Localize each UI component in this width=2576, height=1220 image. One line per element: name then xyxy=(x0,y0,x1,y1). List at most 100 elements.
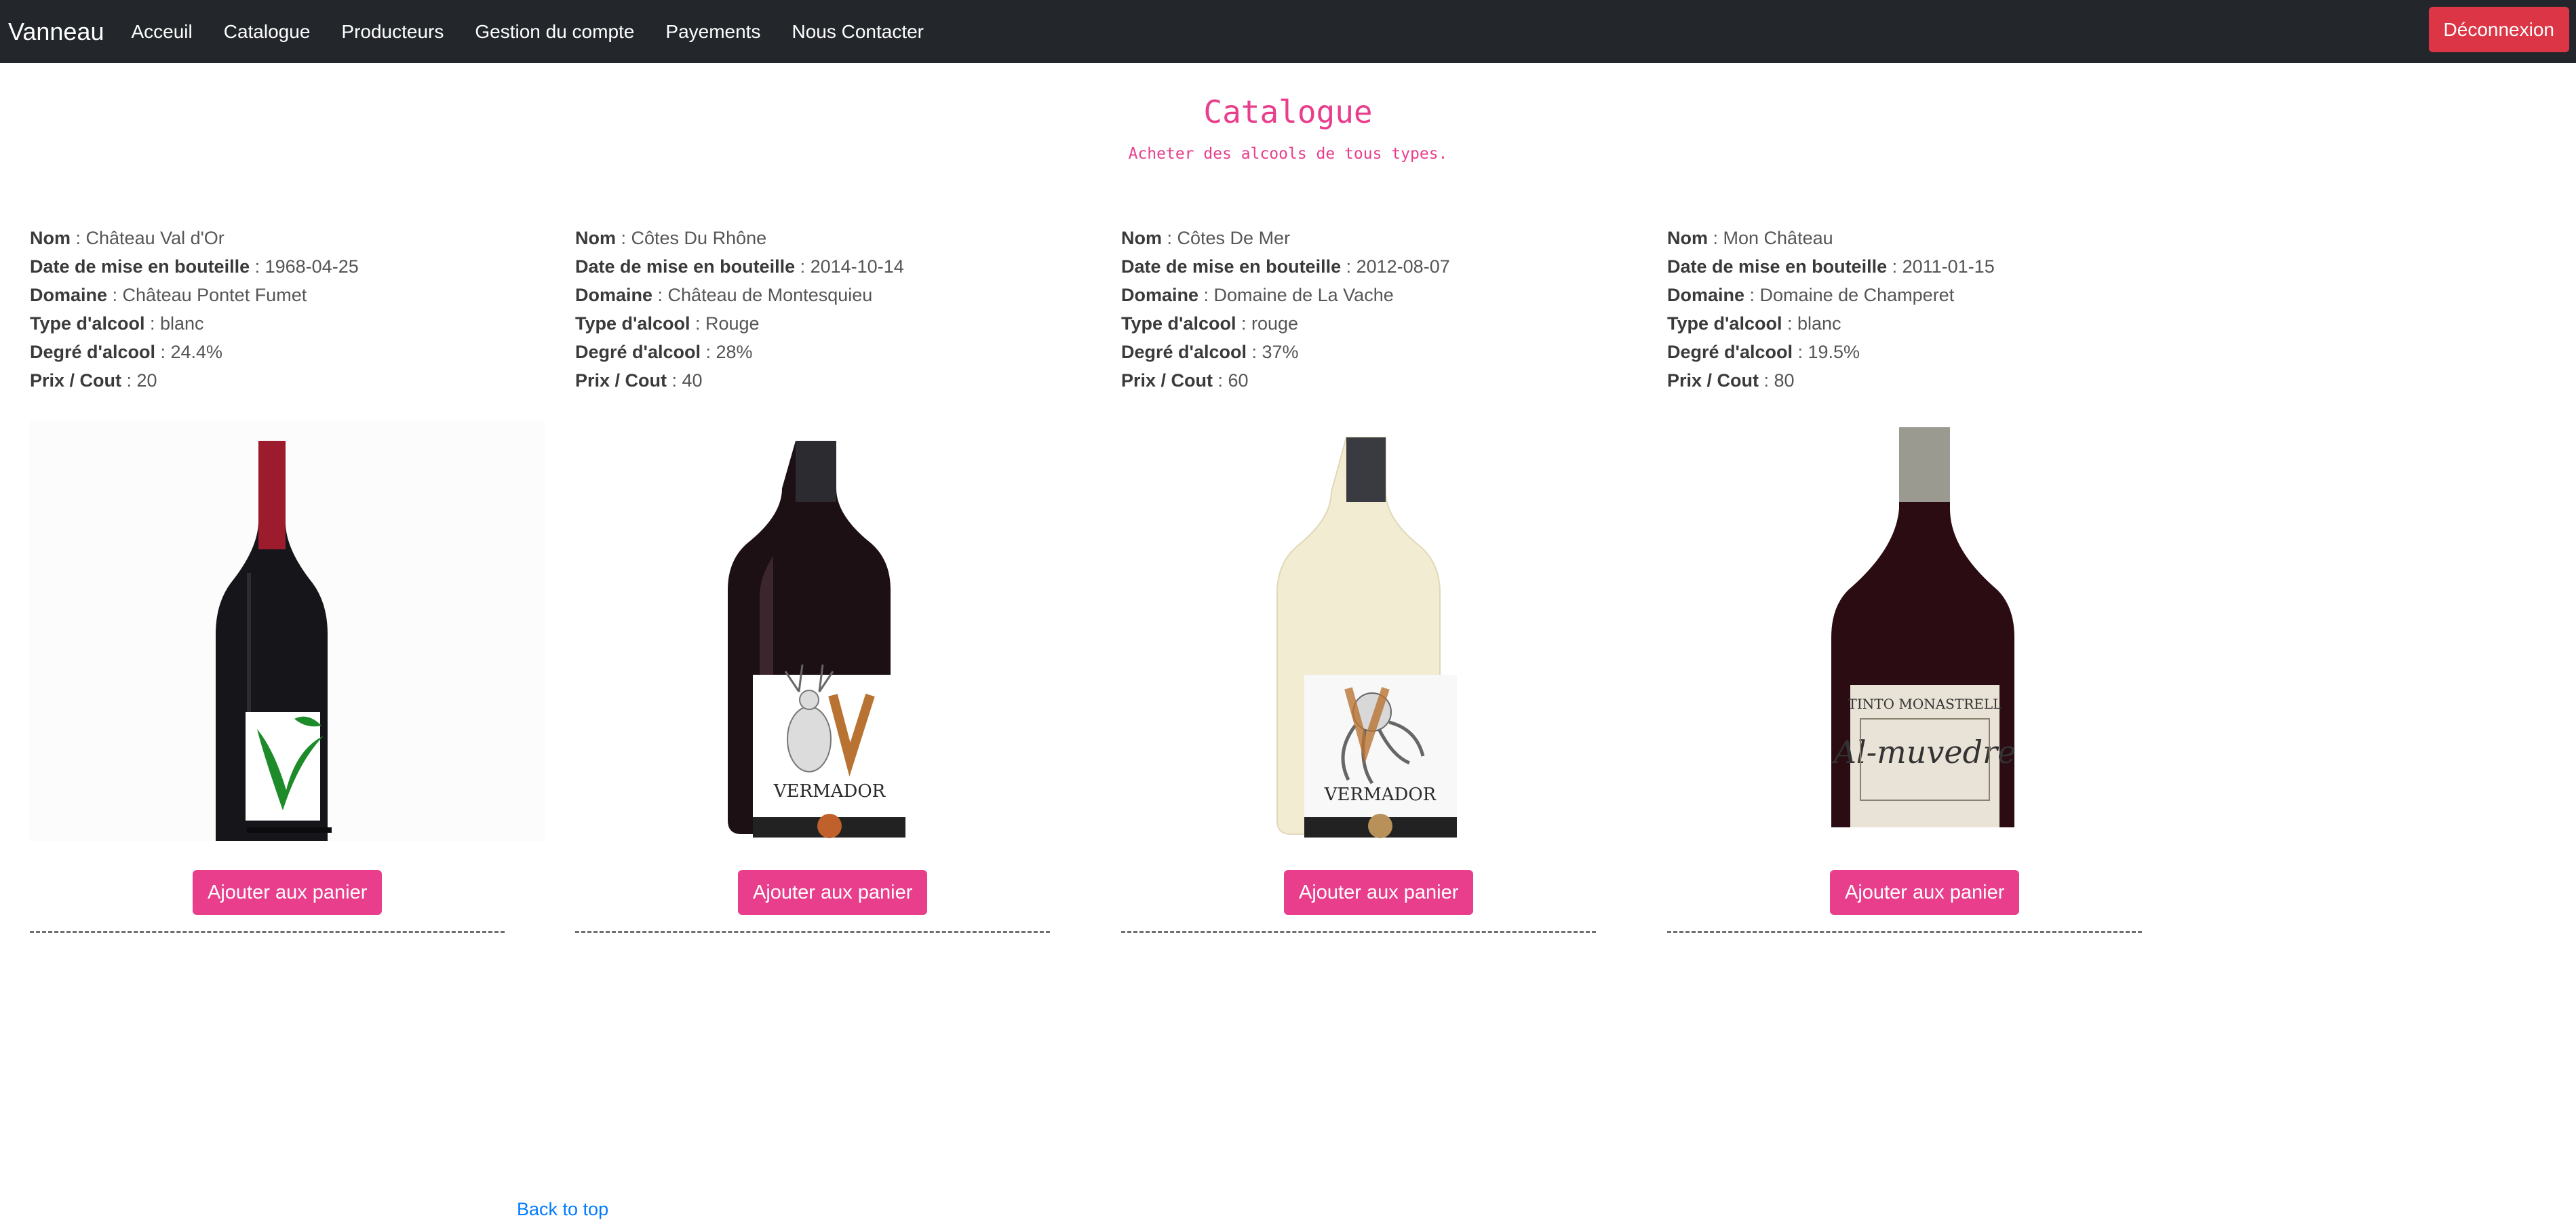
nav-producteurs[interactable]: Producteurs xyxy=(341,21,444,43)
separator: : xyxy=(1887,256,1902,277)
separator: : xyxy=(1708,228,1723,248)
product-image: VERMADOR xyxy=(1121,420,1637,838)
label-type: Type d'alcool xyxy=(1121,313,1236,334)
product-name: Mon Château xyxy=(1723,228,1833,248)
separator: : xyxy=(1162,228,1177,248)
product-card: Nom : Côtes Du Rhône Date de mise en bou… xyxy=(575,224,1067,933)
separator: : xyxy=(121,370,137,391)
product-prix: 80 xyxy=(1774,370,1795,391)
add-to-cart-button[interactable]: Ajouter aux panier xyxy=(193,870,383,915)
product-image xyxy=(30,420,545,841)
product-prix: 20 xyxy=(136,370,157,391)
separator: : xyxy=(71,228,86,248)
separator: : xyxy=(1744,285,1760,305)
page-subtitle: Acheter des alcools de tous types. xyxy=(1128,145,1448,163)
product-date: 2011-01-15 xyxy=(1902,256,1995,277)
wine-bottle-image: VERMADOR xyxy=(728,441,905,838)
label-degre: Degré d'alcool xyxy=(30,342,155,362)
label-prix: Prix / Cout xyxy=(1667,370,1759,391)
separator: : xyxy=(616,228,631,248)
nav-contact[interactable]: Nous Contacter xyxy=(792,21,924,43)
product-prix: 40 xyxy=(682,370,703,391)
product-domaine: Domaine de Champeret xyxy=(1759,285,1955,305)
separator: : xyxy=(795,256,811,277)
product-card: Nom : Château Val d'Or Date de mise en b… xyxy=(30,224,545,933)
product-degre: 19.5% xyxy=(1808,342,1860,362)
navbar: Vanneau Acceuil Catalogue Producteurs Ge… xyxy=(0,0,2576,63)
separator: : xyxy=(1759,370,1774,391)
label-domaine: Domaine xyxy=(575,285,653,305)
label-domaine: Domaine xyxy=(30,285,108,305)
separator: : xyxy=(1782,313,1797,334)
wine-bottle-image: VERMADOR xyxy=(1276,437,1457,838)
label-nom: Nom xyxy=(575,228,616,248)
label-brand-text: VERMADOR xyxy=(773,781,886,802)
label-nom: Nom xyxy=(30,228,71,248)
product-info: Nom : Côtes Du Rhône Date de mise en bou… xyxy=(575,224,1067,395)
product-domaine: Château de Montesquieu xyxy=(667,285,873,305)
product-name: Château Val d'Or xyxy=(85,228,225,248)
product-type: blanc xyxy=(159,313,204,334)
label-degre: Degré d'alcool xyxy=(1121,342,1247,362)
separator: : xyxy=(155,342,171,362)
product-degre: 37% xyxy=(1262,342,1299,362)
add-to-cart-button[interactable]: Ajouter aux panier xyxy=(1284,870,1474,915)
separator: : xyxy=(667,370,682,391)
separator: : xyxy=(1792,342,1808,362)
label-prix: Prix / Cout xyxy=(30,370,122,391)
label-degre: Degré d'alcool xyxy=(1667,342,1793,362)
product-domaine: Domaine de La Vache xyxy=(1213,285,1394,305)
separator: : xyxy=(1198,285,1214,305)
separator: : xyxy=(107,285,123,305)
product-image: TINTO MONASTRELL Al-muvedre xyxy=(1667,420,2183,834)
logout-button[interactable]: Déconnexion xyxy=(2428,7,2569,52)
separator: : xyxy=(1246,342,1262,362)
label-top-text: TINTO MONASTRELL xyxy=(1848,696,2002,712)
label-domaine: Domaine xyxy=(1121,285,1199,305)
separator: : xyxy=(690,313,705,334)
label-domaine: Domaine xyxy=(1667,285,1745,305)
label-prix: Prix / Cout xyxy=(1121,370,1213,391)
back-to-top-link[interactable]: Back to top xyxy=(517,1199,608,1220)
wine-bottle-image: TINTO MONASTRELL Al-muvedre xyxy=(1831,427,2016,827)
nav-gestion-compte[interactable]: Gestion du compte xyxy=(475,21,634,43)
product-type: rouge xyxy=(1251,313,1299,334)
add-to-cart-button[interactable]: Ajouter aux panier xyxy=(738,870,928,915)
product-type: blanc xyxy=(1797,313,1841,334)
product-degre: 24.4% xyxy=(170,342,223,362)
label-nom: Nom xyxy=(1121,228,1162,248)
product-date: 2014-10-14 xyxy=(810,256,904,277)
label-brand-text: VERMADOR xyxy=(1324,785,1437,805)
label-brand-text: Al-muvedre xyxy=(1831,734,2016,770)
separator: : xyxy=(700,342,716,362)
product-type: Rouge xyxy=(705,313,760,334)
label-degre: Degré d'alcool xyxy=(575,342,701,362)
product-info: Nom : Côtes De Mer Date de mise en boute… xyxy=(1121,224,1613,395)
separator: : xyxy=(144,313,160,334)
label-type: Type d'alcool xyxy=(1667,313,1782,334)
wine-bottle-image xyxy=(30,420,545,841)
product-name: Côtes Du Rhône xyxy=(631,228,767,248)
separator: : xyxy=(250,256,265,277)
nav-payements[interactable]: Payements xyxy=(665,21,760,43)
brand-link[interactable]: Vanneau xyxy=(8,18,104,46)
add-to-cart-button[interactable]: Ajouter aux panier xyxy=(1830,870,2020,915)
divider xyxy=(1121,931,1596,933)
nav-catalogue[interactable]: Catalogue xyxy=(224,21,311,43)
divider xyxy=(30,931,505,933)
label-date: Date de mise en bouteille xyxy=(1121,256,1342,277)
page-title: Catalogue xyxy=(1203,94,1373,130)
product-info: Nom : Mon Château Date de mise en boutei… xyxy=(1667,224,2159,395)
label-nom: Nom xyxy=(1667,228,1708,248)
divider xyxy=(575,931,1050,933)
product-prix: 60 xyxy=(1228,370,1249,391)
product-card: Nom : Côtes De Mer Date de mise en boute… xyxy=(1121,224,1613,933)
separator: : xyxy=(1213,370,1228,391)
nav-acceuil[interactable]: Acceuil xyxy=(131,21,192,43)
divider xyxy=(1667,931,2142,933)
label-date: Date de mise en bouteille xyxy=(1667,256,1888,277)
separator: : xyxy=(1341,256,1357,277)
product-image: VERMADOR xyxy=(575,420,1091,838)
label-date: Date de mise en bouteille xyxy=(575,256,796,277)
label-type: Type d'alcool xyxy=(30,313,145,334)
